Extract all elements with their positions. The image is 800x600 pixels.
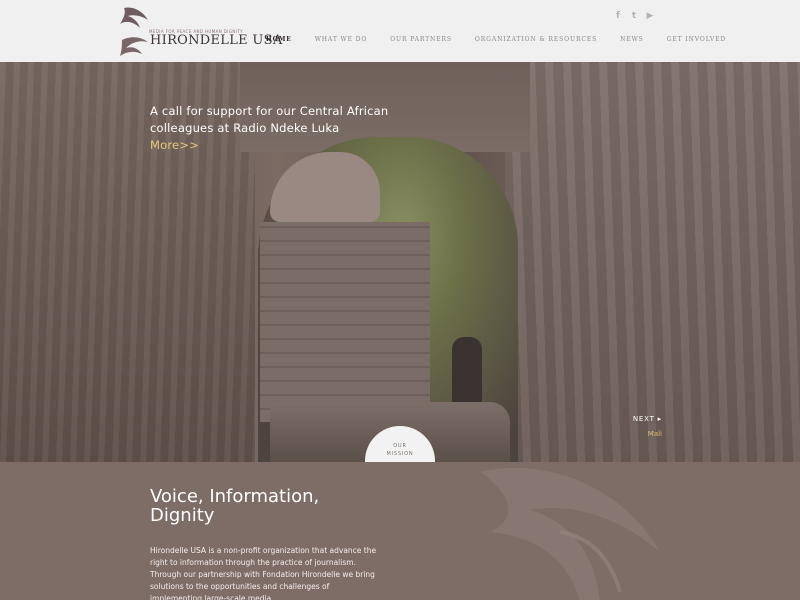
nav-item-news[interactable]: NEWS: [620, 36, 644, 43]
nav-item-organization-resources[interactable]: ORGANIZATION & RESOURCES: [475, 36, 597, 43]
site-header: MEDIA FOR PEACE AND HUMAN DIGNITY HIROND…: [0, 0, 800, 62]
slider-next-title[interactable]: Mali: [648, 430, 662, 438]
logo-name: HIRONDELLE USA: [150, 33, 283, 48]
youtube-icon[interactable]: ▶: [645, 11, 655, 21]
social-links: f t ▶: [613, 11, 655, 21]
hero-slider: A call for support for our Central Afric…: [0, 62, 800, 462]
hero-image-inner-wall: [260, 222, 430, 422]
hero-more-link[interactable]: More>>: [150, 138, 199, 152]
mission-section: Voice, Information, Dignity Hirondelle U…: [0, 462, 800, 600]
nav-item-home[interactable]: HOME: [266, 36, 292, 43]
mission-tab-line1: OUR: [393, 443, 407, 449]
nav-item-our-partners[interactable]: OUR PARTNERS: [390, 36, 452, 43]
mission-tab-line2: MISSION: [386, 451, 414, 457]
slider-next-button[interactable]: NEXT ▸: [633, 415, 662, 423]
nav-item-get-involved[interactable]: GET INVOLVED: [667, 36, 726, 43]
nav-item-what-we-do[interactable]: WHAT WE DO: [315, 36, 368, 43]
twitter-icon[interactable]: t: [629, 11, 639, 21]
facebook-icon[interactable]: f: [613, 11, 623, 21]
mission-heading: Voice, Information, Dignity: [150, 486, 320, 526]
site-logo[interactable]: MEDIA FOR PEACE AND HUMAN DIGNITY HIROND…: [118, 2, 282, 58]
hero-image-sky: [270, 152, 380, 222]
hero-image-wall-right: [505, 62, 800, 462]
main-nav: HOME WHAT WE DO OUR PARTNERS ORGANIZATIO…: [266, 36, 749, 43]
mission-body: Hirondelle USA is a non-profit organizat…: [150, 546, 377, 600]
swallow-watermark-icon: [480, 467, 660, 600]
hero-caption: A call for support for our Central Afric…: [150, 103, 390, 154]
hero-caption-text: A call for support for our Central Afric…: [150, 104, 389, 135]
hero-image-person: [452, 337, 482, 407]
